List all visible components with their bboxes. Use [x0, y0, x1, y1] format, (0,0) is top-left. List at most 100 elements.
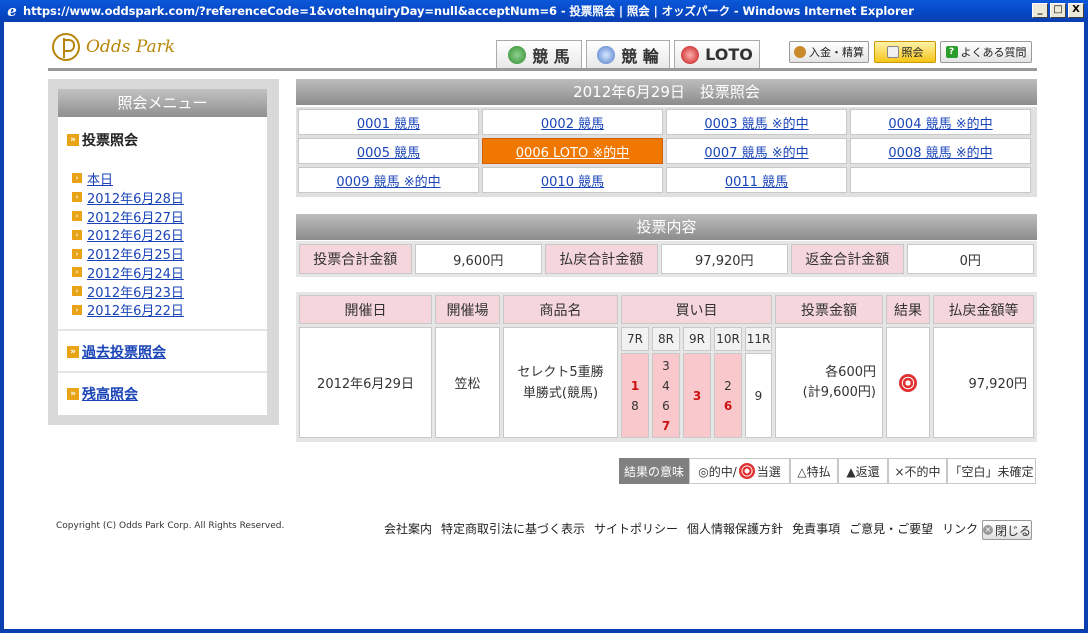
legend-refund: ▲返還 [838, 458, 888, 484]
tab-keiba-label: 競 馬 [532, 46, 570, 66]
vote-link[interactable]: 0011 競馬 [725, 171, 788, 190]
summary-row: 投票合計金額 9,600円 払戻合計金額 97,920円 返金合計金額 0円 [296, 241, 1037, 277]
vote-cell: 0003 競馬 ※的中 [666, 109, 847, 135]
header-bet-amount: 投票金額 [775, 295, 883, 324]
footer-link[interactable]: リンク [942, 520, 978, 537]
faq-label: よくある質問 [960, 46, 1027, 59]
arrow-right-icon: › [72, 192, 82, 203]
vote-cell: 0006 LOTO ※的中 [482, 138, 663, 164]
vote-link[interactable]: 0010 競馬 [541, 171, 604, 190]
tab-keiba[interactable]: 競 馬 [496, 40, 582, 68]
header-product: 商品名 [503, 295, 618, 324]
vote-link[interactable]: 0003 競馬 ※的中 [704, 113, 808, 132]
horse-icon [508, 45, 527, 64]
ie-icon: e [7, 2, 17, 20]
past-inquiry-link[interactable]: 過去投票照会 [82, 342, 166, 362]
window-controls: _ □ X [1032, 3, 1084, 18]
tab-loto[interactable]: LOTO [674, 40, 760, 68]
balance-inquiry-link[interactable]: 残高照会 [82, 384, 138, 404]
window-title: https://www.oddspark.com/?referenceCode=… [23, 4, 914, 18]
vote-link[interactable]: 0001 競馬 [357, 113, 420, 132]
vote-link[interactable]: 0009 競馬 ※的中 [336, 171, 440, 190]
detail-table: 開催日 開催場 商品名 買い目 投票金額 結果 払戻金額等 2012年6月29日… [296, 292, 1037, 442]
footer-link[interactable]: 特定商取引法に基づく表示 [441, 520, 585, 537]
sidebar-link[interactable]: 2012年6月28日 [87, 188, 184, 207]
footer-link[interactable]: サイトポリシー [594, 520, 678, 537]
bicycle-icon [597, 45, 616, 64]
vote-cell: 0002 競馬 [482, 109, 663, 135]
sidebar-item-today: › 本日 [72, 169, 184, 188]
legend-win-label: 当選 [756, 464, 781, 479]
sidebar-link[interactable]: 2012年6月22日 [87, 300, 184, 319]
race-picks: 3 [683, 353, 711, 438]
faq-button[interactable]: ? よくある質問 [940, 41, 1032, 63]
header-selection: 買い目 [621, 295, 772, 324]
race-picks: 18 [621, 353, 649, 438]
row-result [886, 327, 930, 438]
sidebar-date-links: › 本日 › 2012年6月28日 › 2012年6月27日 › 2012年6月26日 … [72, 169, 184, 319]
sidebar-item-date: › 2012年6月27日 [72, 207, 184, 226]
vote-link[interactable]: 0005 競馬 [357, 142, 420, 161]
header-venue: 開催場 [435, 295, 500, 324]
footer-link[interactable]: 個人情報保護方針 [687, 520, 783, 537]
win-flower-icon [899, 373, 917, 392]
vote-link[interactable]: 0007 競馬 ※的中 [704, 142, 808, 161]
sidebar-link[interactable]: 2012年6月27日 [87, 207, 184, 226]
arrow-right-icon: › [72, 304, 82, 315]
arrow-right-icon: › [72, 210, 82, 221]
tab-loto-label: LOTO [705, 45, 753, 64]
product-line2: 単勝式(競馬) [522, 385, 599, 401]
sidebar-link[interactable]: 2012年6月25日 [87, 244, 184, 263]
row-payout: 97,920円 [933, 327, 1034, 438]
sidebar-link[interactable]: 2012年6月24日 [87, 263, 184, 282]
vote-link[interactable]: 0004 競馬 ※的中 [888, 113, 992, 132]
maximize-button[interactable]: □ [1050, 3, 1066, 18]
race-header: 7R [621, 327, 649, 351]
vote-link[interactable]: 0006 LOTO ※的中 [516, 142, 629, 161]
minimize-button[interactable]: _ [1032, 3, 1048, 18]
sidebar-link[interactable]: 本日 [87, 169, 113, 188]
close-window-button[interactable]: X [1068, 3, 1084, 18]
sidebar-divider [58, 371, 267, 373]
vote-link[interactable]: 0002 競馬 [541, 113, 604, 132]
header-payout: 払戻金額等 [933, 295, 1034, 324]
product-line1: セレクト5重勝 [517, 364, 604, 380]
total-refund-value: 0円 [906, 244, 1034, 274]
deposit-button[interactable]: 入金・精算 [789, 41, 869, 63]
footer-link[interactable]: ご意見・ご要望 [849, 520, 933, 537]
vote-grid: 0001 競馬 0002 競馬 0003 競馬 ※的中 0004 競馬 ※的中 0005… [298, 109, 1035, 193]
close-button[interactable]: × 閉じる [982, 520, 1032, 540]
inquiry-button[interactable]: 照会 [874, 41, 936, 63]
row-product: セレクト5重勝 単勝式(競馬) [503, 327, 618, 438]
vote-cell: 0007 競馬 ※的中 [666, 138, 847, 164]
sidebar-link[interactable]: 2012年6月26日 [87, 225, 184, 244]
total-bet-value: 9,600円 [414, 244, 542, 274]
sidebar-item-date: › 2012年6月24日 [72, 263, 184, 282]
legend-hit-label: ◎的中/ [698, 464, 737, 479]
arrow-right-icon: › [72, 286, 82, 297]
inquiry-label: 照会 [901, 46, 924, 59]
sidebar-heading-label: 投票照会 [82, 133, 138, 149]
tab-keirin[interactable]: 競 輪 [586, 40, 670, 68]
vote-link[interactable]: 0008 競馬 ※的中 [888, 142, 992, 161]
arrow-right-icon: » [67, 134, 79, 146]
race-picks: 9 [745, 353, 772, 438]
sidebar-title: 照会メニュー [58, 89, 267, 117]
arrow-right-icon: › [72, 229, 82, 240]
arrow-right-icon: » [67, 388, 79, 400]
footer-link[interactable]: 免責事項 [792, 520, 840, 537]
pick-number: 3 [662, 358, 670, 373]
total-refund-label: 返金合計金額 [791, 244, 904, 274]
total-bet-label: 投票合計金額 [299, 244, 412, 274]
vote-cell [850, 167, 1031, 193]
sidebar-link[interactable]: 2012年6月23日 [87, 282, 184, 301]
oddspark-logo[interactable]: Odds Park [52, 33, 175, 61]
close-label: 閉じる [995, 523, 1032, 538]
sidebar-item-date: › 2012年6月26日 [72, 225, 184, 244]
pick-number: 8 [631, 398, 639, 413]
vote-cell: 0008 競馬 ※的中 [850, 138, 1031, 164]
footer-link[interactable]: 会社案内 [384, 520, 432, 537]
arrow-right-icon: » [67, 346, 79, 358]
arrow-right-icon: › [72, 173, 82, 184]
legend-special: △特払 [790, 458, 838, 484]
